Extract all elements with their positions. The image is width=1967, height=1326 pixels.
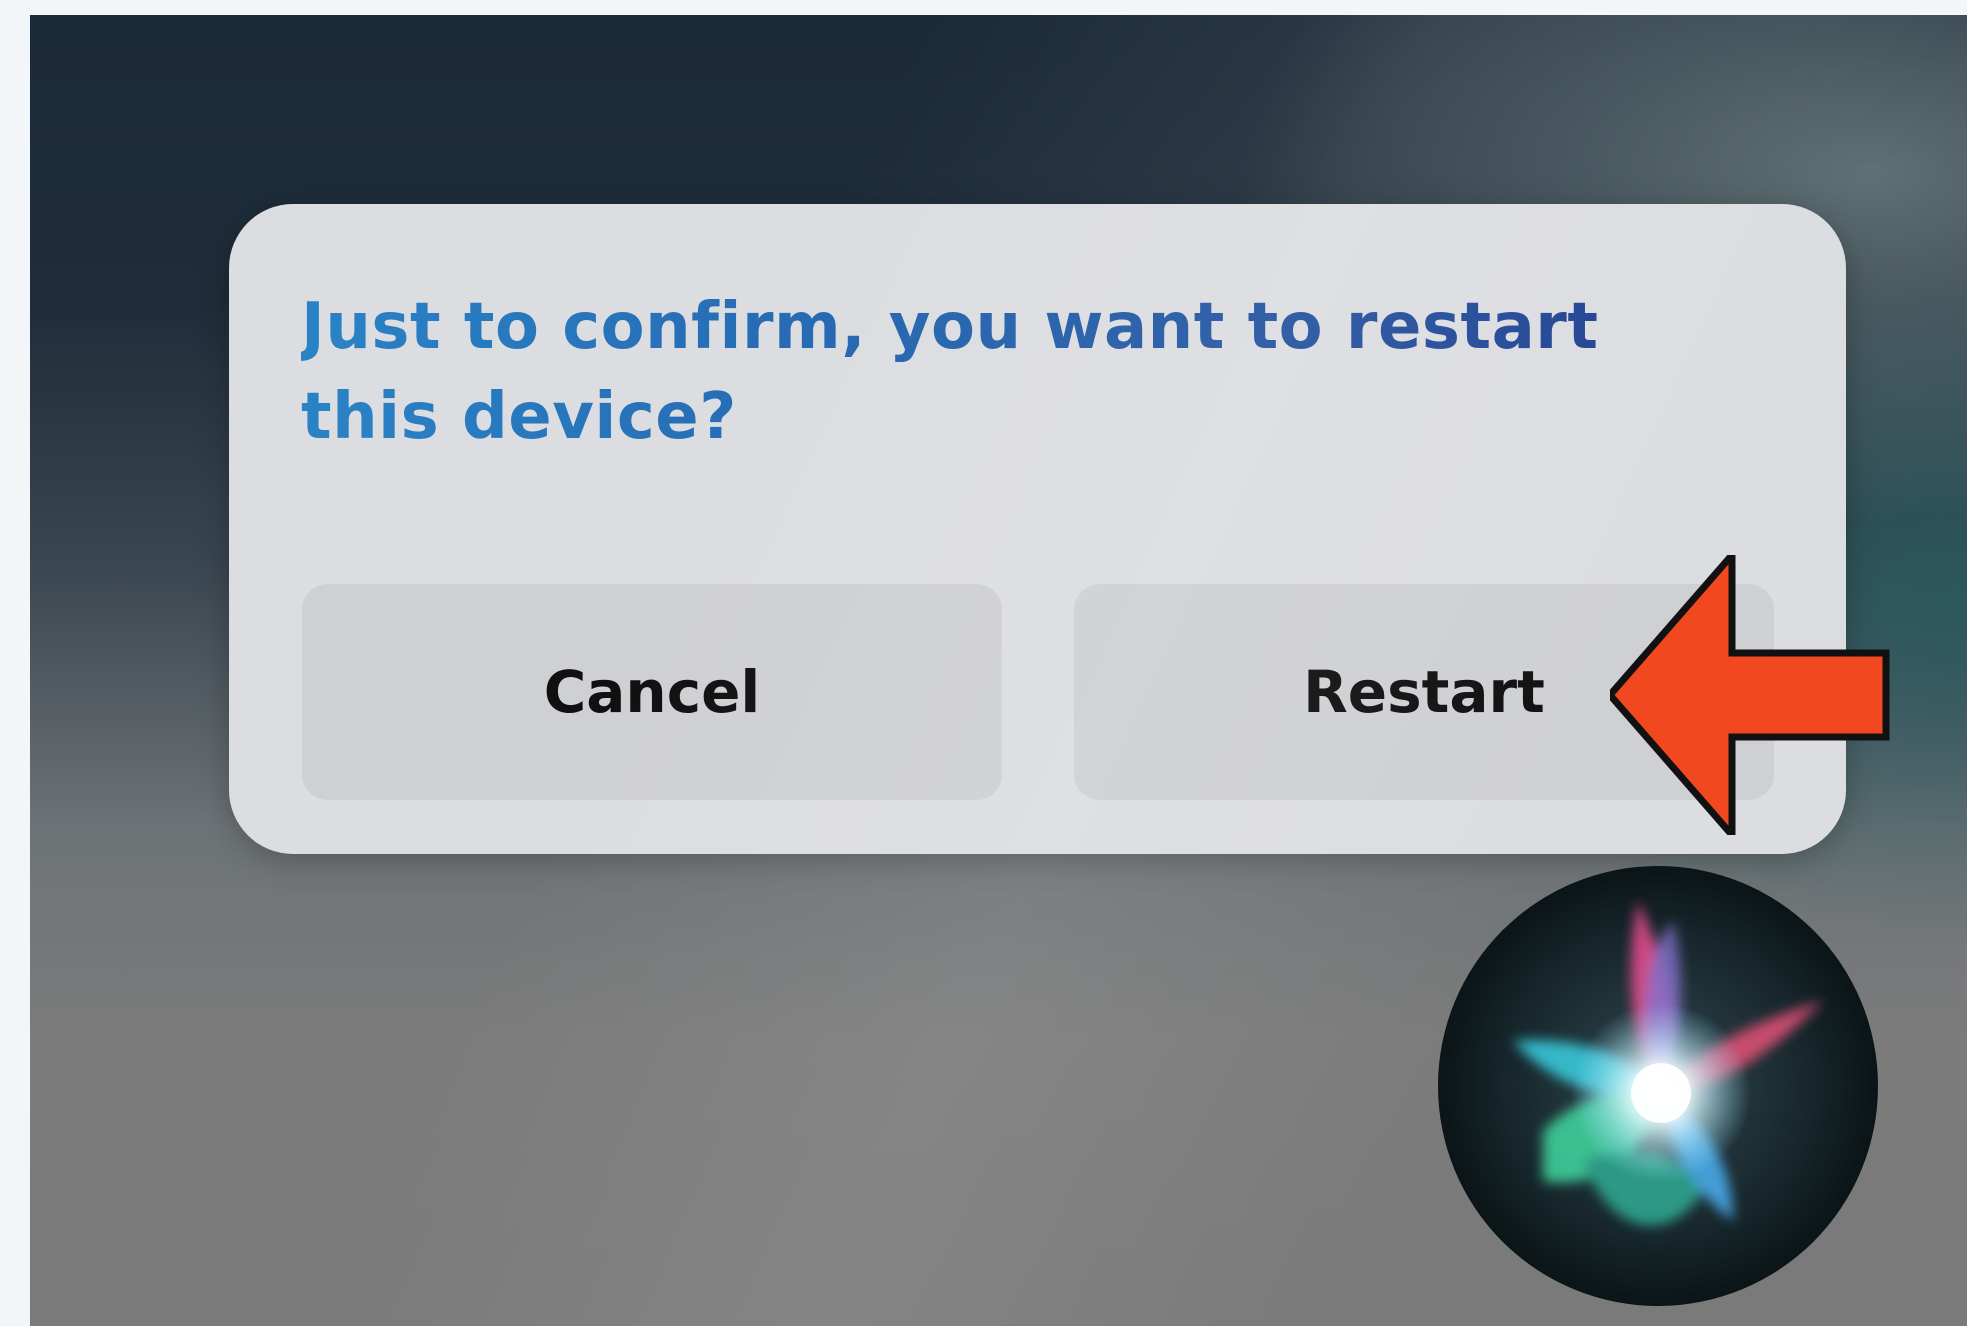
siri-orb-icon xyxy=(1438,866,1878,1306)
arrow-left-icon xyxy=(1610,555,1890,835)
confirm-dialog: Just to confirm, you want to restart thi… xyxy=(229,204,1846,854)
cancel-button[interactable]: Cancel xyxy=(302,584,1002,800)
confirm-question: Just to confirm, you want to restart thi… xyxy=(301,282,1701,462)
screen-background: Just to confirm, you want to restart thi… xyxy=(30,15,1967,1326)
